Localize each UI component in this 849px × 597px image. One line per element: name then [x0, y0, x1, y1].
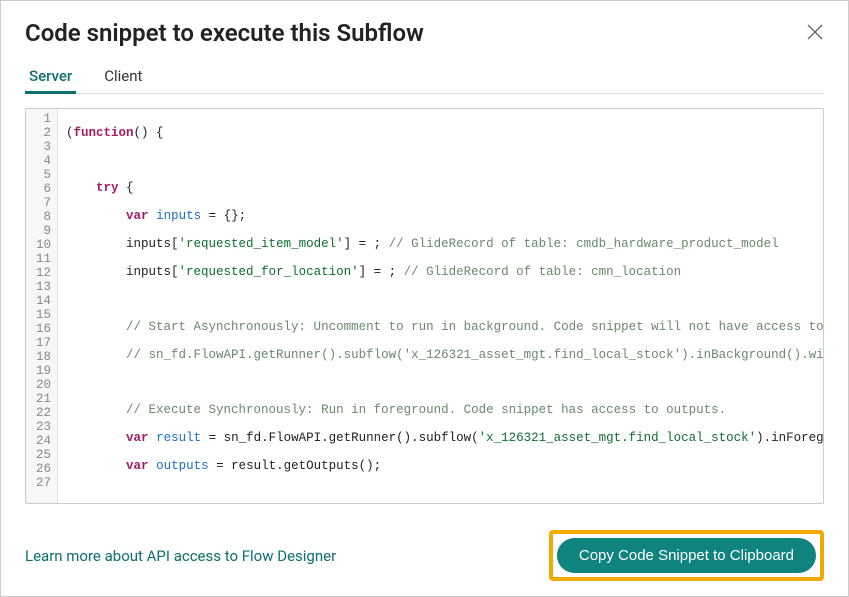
code-snippet-modal: Code snippet to execute this Subflow Ser… — [0, 0, 849, 597]
tab-client[interactable]: Client — [100, 61, 146, 93]
tab-server[interactable]: Server — [25, 61, 76, 94]
code-scroll[interactable]: 1234567891011121314151617181920212223242… — [26, 109, 823, 503]
modal-footer: Learn more about API access to Flow Desi… — [25, 530, 824, 581]
copy-snippet-button[interactable]: Copy Code Snippet to Clipboard — [557, 538, 816, 573]
modal-title: Code snippet to execute this Subflow — [25, 19, 424, 47]
learn-more-link[interactable]: Learn more about API access to Flow Desi… — [25, 547, 336, 565]
close-icon[interactable] — [806, 23, 824, 45]
modal-header: Code snippet to execute this Subflow — [25, 19, 824, 61]
code-content[interactable]: (function() { try { var inputs = {}; inp… — [58, 109, 823, 503]
copy-highlight-box: Copy Code Snippet to Clipboard — [549, 530, 824, 581]
line-gutter: 1234567891011121314151617181920212223242… — [26, 109, 58, 503]
code-editor[interactable]: 1234567891011121314151617181920212223242… — [25, 108, 824, 504]
tabs: Server Client — [25, 61, 824, 94]
